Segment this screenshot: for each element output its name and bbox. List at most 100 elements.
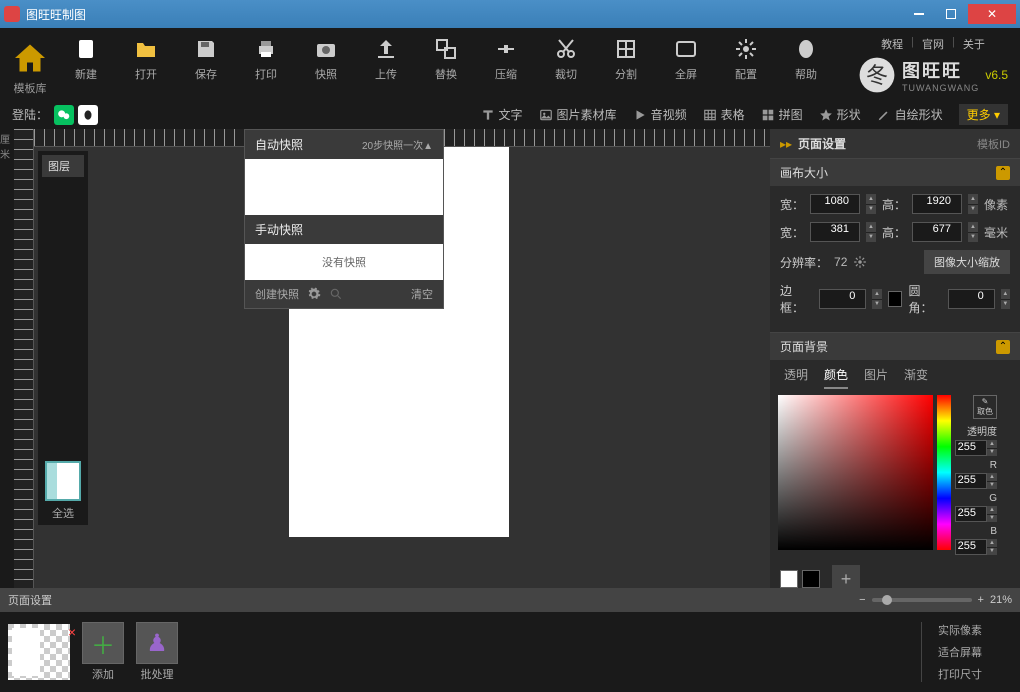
zoom-out-button[interactable]: −: [859, 594, 865, 606]
cut-button[interactable]: 裁切: [546, 36, 586, 82]
swatch-black[interactable]: [802, 570, 820, 588]
table-icon: [703, 108, 717, 122]
border-color-swatch[interactable]: [888, 291, 903, 307]
batch-button[interactable]: ♟批处理: [136, 622, 178, 682]
text-tool[interactable]: 文字: [481, 106, 523, 123]
add-swatch-button[interactable]: +: [832, 565, 860, 588]
zoom-controls: − + 21%: [859, 594, 1012, 606]
table-tool[interactable]: 表格: [703, 106, 745, 123]
official-link[interactable]: 官网: [922, 36, 944, 52]
add-page-button[interactable]: ＋添加: [82, 622, 124, 682]
fit-screen-button[interactable]: 适合屏幕: [938, 644, 982, 660]
save-icon: [194, 37, 218, 61]
house-icon: [12, 40, 48, 76]
layer-thumbnail[interactable]: [45, 461, 81, 501]
about-link[interactable]: 关于: [963, 36, 985, 52]
canvas-area[interactable]: 图层 全选 自动快照 20步快照一次▲ 手动快照 没有快照 创建快照: [14, 129, 770, 588]
no-snapshot-label: 没有快照: [245, 244, 443, 280]
more-button[interactable]: 更多 ▾: [959, 104, 1008, 125]
header-links: 教程| 官网| 关于: [881, 36, 985, 52]
tab-transparent[interactable]: 透明: [784, 366, 808, 389]
settings-button[interactable]: 配置: [726, 36, 766, 82]
vertical-ruler[interactable]: [14, 129, 34, 588]
border-input[interactable]: 0: [819, 289, 866, 309]
replace-button[interactable]: 替换: [426, 36, 466, 82]
snapshot-frequency[interactable]: 20步快照一次▲: [362, 137, 433, 152]
swatch-white[interactable]: [780, 570, 798, 588]
delete-page-icon[interactable]: ×: [68, 624, 76, 640]
arrow-icon: ▸▸: [780, 137, 792, 151]
print-size-button[interactable]: 打印尺寸: [938, 666, 982, 682]
puzzle-tool[interactable]: 拼图: [761, 106, 803, 123]
tab-gradient[interactable]: 渐变: [904, 366, 928, 389]
page-settings-header: ▸▸ 页面设置 模板ID: [770, 129, 1020, 159]
template-id-button[interactable]: 模板ID: [977, 136, 1010, 152]
shape-tool[interactable]: 形状: [819, 106, 861, 123]
gear-icon[interactable]: [307, 287, 321, 301]
eyedropper-button[interactable]: ✎取色: [973, 395, 997, 419]
width-px-spinner[interactable]: ▲▼: [866, 194, 876, 214]
page-thumbnail[interactable]: ×: [8, 624, 70, 680]
g-input[interactable]: 255: [955, 506, 987, 522]
color-picker: ✎取色 透明度 255▲▼ R 255▲▼ G 255▲▼ B 255▲▼: [770, 389, 1020, 561]
zoom-slider[interactable]: [872, 598, 972, 602]
tab-image[interactable]: 图片: [864, 366, 888, 389]
image-library-tool[interactable]: 图片素材库: [539, 106, 617, 123]
height-px-input[interactable]: 1920: [912, 194, 962, 214]
height-mm-spinner[interactable]: ▲▼: [968, 222, 978, 242]
qq-icon: [81, 108, 95, 122]
corner-input[interactable]: 0: [948, 289, 995, 309]
maximize-button[interactable]: [936, 4, 966, 24]
fullscreen-button[interactable]: 全屏: [666, 36, 706, 82]
print-icon: [254, 37, 278, 61]
upload-button[interactable]: 上传: [366, 36, 406, 82]
select-all-button[interactable]: 全选: [42, 505, 84, 521]
close-button[interactable]: [968, 4, 1016, 24]
search-icon[interactable]: [329, 287, 343, 301]
upload-icon: [374, 37, 398, 61]
help-button[interactable]: 帮助: [786, 36, 826, 82]
collapse-icon[interactable]: ⌃: [996, 340, 1010, 354]
actual-pixels-button[interactable]: 实际像素: [938, 622, 982, 638]
snapshot-button[interactable]: 快照: [306, 36, 346, 82]
height-px-spinner[interactable]: ▲▼: [968, 194, 978, 214]
color-saturation-box[interactable]: [778, 395, 933, 550]
color-hue-slider[interactable]: [937, 395, 951, 550]
zoom-in-button[interactable]: +: [978, 594, 984, 606]
template-library-button[interactable]: 模板库: [12, 36, 48, 96]
b-input[interactable]: 255: [955, 539, 987, 555]
av-tool[interactable]: 音视频: [633, 106, 687, 123]
auto-snapshot-list: [245, 159, 443, 215]
new-button[interactable]: 新建: [66, 36, 106, 82]
minimize-button[interactable]: [904, 4, 934, 24]
color-swatches: +: [770, 561, 1020, 588]
width-mm-input[interactable]: 381: [810, 222, 860, 242]
collapse-icon[interactable]: ⌃: [996, 166, 1010, 180]
save-button[interactable]: 保存: [186, 36, 226, 82]
page-background-section: 页面背景⌃ 透明 颜色 图片 渐变 ✎取色 透明度 255▲▼ R 255▲▼: [770, 333, 1020, 588]
print-button[interactable]: 打印: [246, 36, 286, 82]
wechat-login-button[interactable]: [54, 105, 74, 125]
width-px-input[interactable]: 1080: [810, 194, 860, 214]
fullscreen-icon: [674, 37, 698, 61]
open-button[interactable]: 打开: [126, 36, 166, 82]
titlebar: 图旺旺制图: [0, 0, 1020, 28]
manual-snapshot-header: 手动快照: [245, 215, 443, 244]
width-mm-spinner[interactable]: ▲▼: [866, 222, 876, 242]
tutorial-link[interactable]: 教程: [881, 36, 903, 52]
play-icon: [633, 108, 647, 122]
resize-button[interactable]: 图像大小缩放: [924, 250, 1010, 274]
r-input[interactable]: 255: [955, 473, 987, 489]
compress-button[interactable]: 压缩: [486, 36, 526, 82]
clear-snapshot-button[interactable]: 清空: [411, 286, 433, 302]
alpha-input[interactable]: 255: [955, 440, 987, 456]
brand-area: 教程| 官网| 关于 冬 图旺旺 TUWANGWANG v6.5: [858, 36, 1008, 94]
gear-icon[interactable]: [853, 255, 867, 269]
bottom-panel: 页面设置 − + 21% × ＋添加 ♟批处理 实际像素 适合屏幕 打印尺寸: [0, 588, 1020, 692]
tab-color[interactable]: 颜色: [824, 366, 848, 389]
create-snapshot-button[interactable]: 创建快照: [255, 286, 299, 302]
freehand-tool[interactable]: 自绘形状: [877, 106, 943, 123]
height-mm-input[interactable]: 677: [912, 222, 962, 242]
split-button[interactable]: 分割: [606, 36, 646, 82]
qq-login-button[interactable]: [78, 105, 98, 125]
